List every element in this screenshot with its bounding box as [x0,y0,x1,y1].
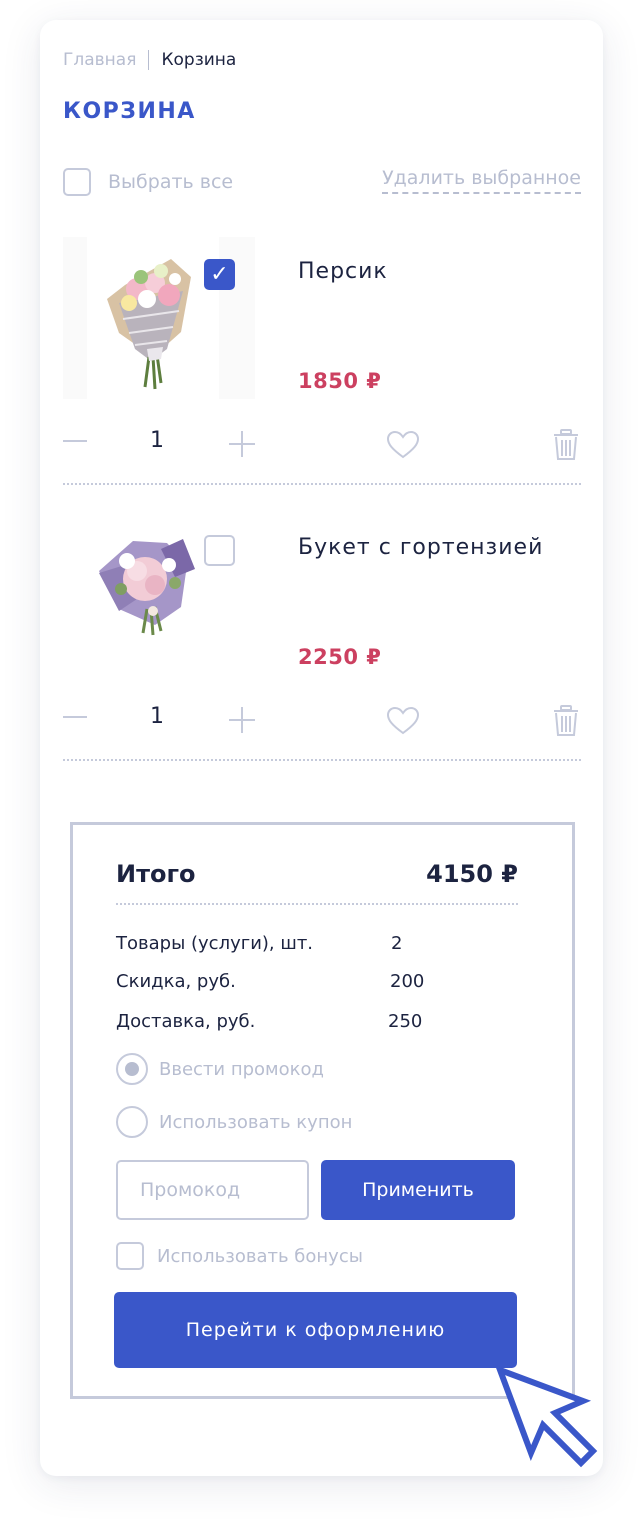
checkbox-icon[interactable] [116,1242,144,1270]
summary-row-value: 200 [390,971,425,992]
radio-label: Использовать купон [159,1111,353,1133]
cart-item: ✓ Персик 1850 ₽ 1 [63,237,581,485]
item-name[interactable]: Персик [298,259,388,284]
checkout-button[interactable]: Перейти к оформлению [114,1292,517,1368]
select-all-checkbox[interactable]: Выбрать все [63,168,233,196]
trash-icon[interactable] [553,705,579,737]
trash-icon[interactable] [553,429,579,461]
total-row: Итого 4150 ₽ [116,860,518,905]
breadcrumb-home-link[interactable]: Главная [63,50,136,70]
use-bonuses-label: Использовать бонусы [157,1245,363,1267]
checkbox-icon[interactable] [63,168,91,196]
promo-option-coupon[interactable]: Использовать купон [116,1106,352,1138]
plus-icon[interactable] [229,431,255,457]
summary-row-label: Доставка, руб. [116,1011,256,1032]
order-summary: Итого 4150 ₽ Товары (услуги), шт. 2 Скид… [70,822,575,1399]
use-bonuses-checkbox[interactable]: Использовать бонусы [116,1242,363,1270]
summary-row-value: 250 [388,1011,423,1032]
breadcrumb: Главная Корзина [63,50,236,70]
item-price: 2250 ₽ [298,645,382,669]
summary-row-label: Товары (услуги), шт. [116,933,314,954]
item-price: 1850 ₽ [298,369,382,393]
total-value: 4150 ₽ [426,860,518,888]
item-divider [63,483,581,485]
quantity-value: 1 [150,704,164,729]
apply-promo-button[interactable]: Применить [321,1160,515,1220]
breadcrumb-separator [148,50,150,70]
heart-icon[interactable] [386,430,420,460]
total-label: Итого [116,860,196,888]
radio-selected-icon[interactable] [116,1053,148,1085]
promo-option-code[interactable]: Ввести промокод [116,1053,324,1085]
page-title: КОРЗИНА [63,99,196,124]
minus-icon[interactable] [63,429,87,453]
item-divider [63,759,581,761]
promo-code-input[interactable] [116,1160,309,1220]
item-checkbox[interactable]: ✓ [204,259,235,290]
summary-row-label: Скидка, руб. [116,971,236,992]
checkmark-icon: ✓ [210,261,229,287]
heart-icon[interactable] [386,706,420,736]
quantity-value: 1 [150,428,164,453]
cart-item: Букет с гортензией 2250 ₽ 1 [63,513,581,761]
item-name[interactable]: Букет с гортензией [298,535,543,560]
select-all-label: Выбрать все [108,171,234,193]
radio-icon[interactable] [116,1106,148,1138]
summary-row-value: 2 [391,933,403,954]
breadcrumb-current: Корзина [161,50,237,70]
item-checkbox[interactable] [204,535,235,566]
cursor-arrow-icon [495,1365,598,1468]
minus-icon[interactable] [63,705,87,729]
radio-label: Ввести промокод [159,1058,324,1080]
plus-icon[interactable] [229,707,255,733]
delete-selected-link[interactable]: Удалить выбранное [382,167,581,194]
